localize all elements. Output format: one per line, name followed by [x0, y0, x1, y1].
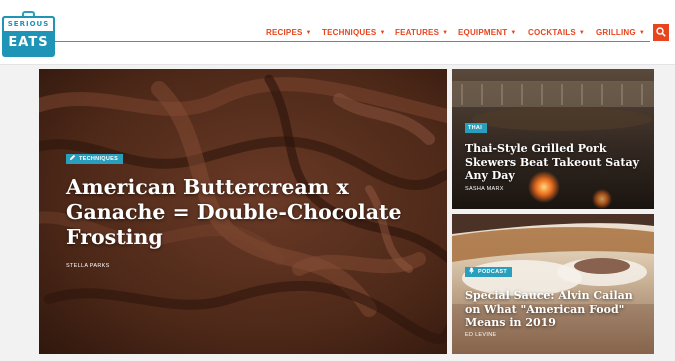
logo-text-eats: EATS: [8, 35, 49, 50]
nav-grilling[interactable]: GRILLING ▼: [596, 28, 645, 37]
nav-recipes-label: RECIPES: [266, 28, 303, 37]
category-badge[interactable]: PODCAST: [465, 267, 512, 277]
category-badge[interactable]: TECHNIQUES: [66, 154, 124, 164]
nav-cocktails[interactable]: COCKTAILS ▼: [528, 28, 585, 37]
category-badge[interactable]: THAI: [465, 123, 488, 133]
site-header: SERIOUS EATS RECIPES ▼ TECHNIQUES ▼ FEATUR…: [0, 0, 675, 65]
nav-cocktails-label: COCKTAILS: [528, 28, 576, 37]
feature-title[interactable]: Special Sauce: Alvin Cailan on What "Ame…: [465, 289, 650, 330]
category-label: TECHNIQUES: [79, 156, 119, 162]
nav-features[interactable]: FEATURES ▼: [395, 28, 448, 37]
nav-grilling-label: GRILLING: [596, 28, 636, 37]
feature-author[interactable]: SASHA MARX: [465, 186, 504, 192]
nav-techniques-label: TECHNIQUES: [322, 28, 377, 37]
feature-author[interactable]: ED LEVINE: [465, 332, 496, 338]
search-button[interactable]: [653, 24, 669, 41]
nav-features-label: FEATURES: [395, 28, 440, 37]
category-label: PODCAST: [478, 269, 507, 275]
serious-eats-logo[interactable]: SERIOUS EATS: [2, 11, 55, 57]
feature-title[interactable]: Thai-Style Grilled Pork Skewers Beat Tak…: [465, 142, 645, 183]
microphone-icon: [469, 267, 474, 274]
nav-equipment[interactable]: EQUIPMENT ▼: [458, 28, 517, 37]
nav-techniques[interactable]: TECHNIQUES ▼: [322, 28, 386, 37]
feature-card-main[interactable]: TECHNIQUES American Buttercream x Ganach…: [39, 69, 447, 354]
pencil-icon: [69, 154, 76, 161]
feature-card-top[interactable]: THAI Thai-Style Grilled Pork Skewers Bea…: [452, 69, 654, 209]
caret-down-icon: ▼: [442, 30, 449, 36]
caret-down-icon: ▼: [305, 30, 312, 36]
search-icon: [656, 27, 666, 37]
feature-author[interactable]: STELLA PARKS: [66, 263, 110, 269]
category-label: THAI: [468, 125, 483, 131]
feature-title[interactable]: American Buttercream x Ganache = Double-…: [66, 175, 426, 250]
caret-down-icon: ▼: [510, 30, 517, 36]
feature-card-bottom[interactable]: PODCAST Special Sauce: Alvin Cailan on W…: [452, 214, 654, 354]
logo-text-serious: SERIOUS: [7, 20, 50, 28]
nav-equipment-label: EQUIPMENT: [458, 28, 508, 37]
caret-down-icon: ▼: [578, 30, 586, 36]
nav-recipes[interactable]: RECIPES ▼: [266, 28, 312, 37]
caret-down-icon: ▼: [638, 30, 645, 36]
header-divider: [55, 41, 650, 42]
caret-down-icon: ▼: [379, 30, 386, 36]
